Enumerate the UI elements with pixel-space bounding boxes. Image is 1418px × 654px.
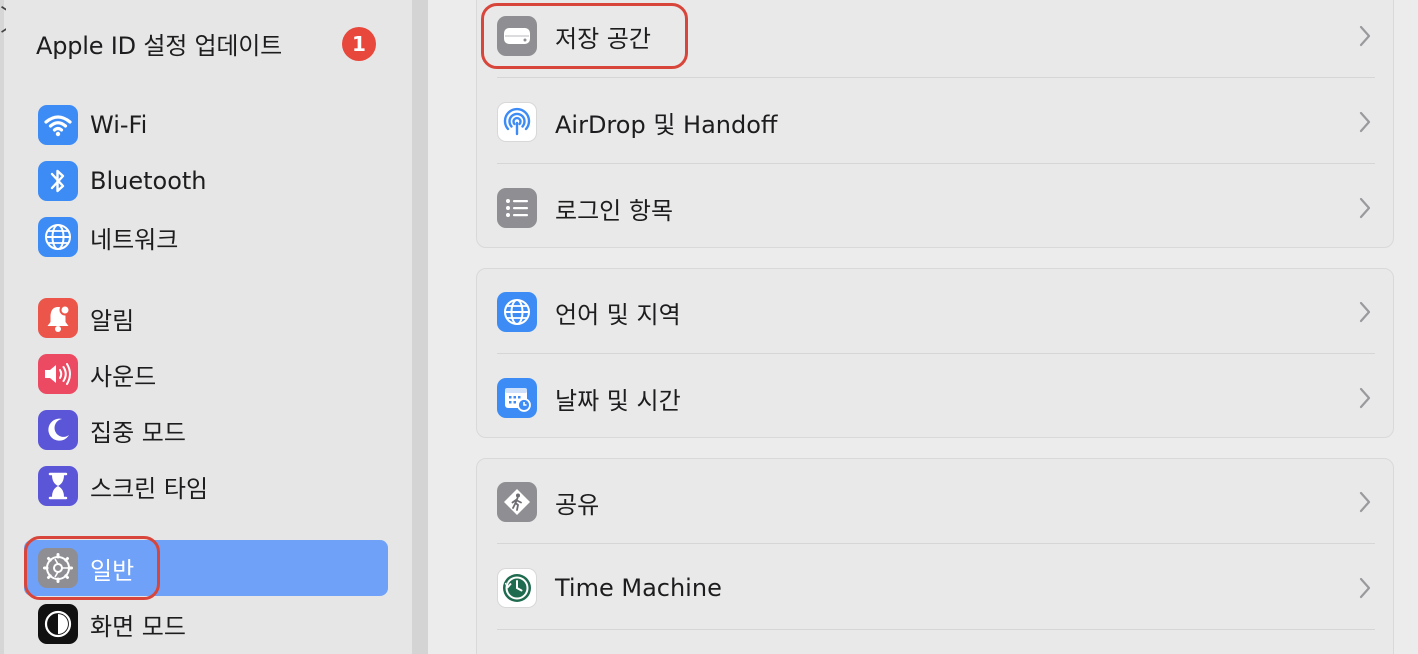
sidebar-item-sound[interactable]: 사운드 — [24, 346, 388, 402]
sidebar-item-label: 화면 모드 — [90, 612, 186, 641]
row-separator — [497, 629, 1375, 630]
row-login-items[interactable]: 로그인 항목 — [477, 165, 1393, 251]
sidebar-item-appearance[interactable]: 화면 모드 — [24, 596, 388, 652]
hourglass-icon — [38, 466, 78, 506]
gear-icon — [38, 548, 78, 588]
bell-icon — [38, 298, 78, 338]
sidebar-item-wifi[interactable]: Wi-Fi — [24, 97, 388, 153]
row-label: 날짜 및 시간 — [555, 386, 681, 415]
row-label: 저장 공간 — [555, 24, 651, 53]
sidebar-item-label: Wi-Fi — [90, 111, 148, 139]
sidebar-item-label: 사운드 — [90, 362, 157, 391]
sidebar-item-network[interactable]: 네트워크 — [24, 209, 388, 265]
row-label: AirDrop 및 Handoff — [555, 110, 778, 139]
sidebar: 〕 Apple ID 설정 업데이트 1 Wi-Fi Bluetooth — [0, 0, 412, 654]
apple-id-update-row[interactable]: Apple ID 설정 업데이트 1 — [36, 20, 380, 66]
general-settings-pane: 저장 공간 AirDrop 및 Handoff 로그인 항목 언어 및 지역 날… — [428, 0, 1418, 654]
row-language-region[interactable]: 언어 및 지역 — [477, 269, 1393, 355]
sidebar-item-bluetooth[interactable]: Bluetooth — [24, 153, 388, 209]
sidebar-item-label: Bluetooth — [90, 167, 207, 195]
globe-icon — [497, 292, 537, 332]
chevron-right-icon — [1359, 577, 1371, 599]
moon-icon — [38, 410, 78, 450]
sidebar-item-screentime[interactable]: 스크린 타임 — [24, 458, 388, 514]
notification-badge: 1 — [342, 27, 376, 61]
drive-icon — [497, 16, 537, 56]
airdrop-icon — [497, 102, 537, 142]
chevron-right-icon — [1359, 197, 1371, 219]
chevron-right-icon — [1359, 387, 1371, 409]
apple-id-update-label: Apple ID 설정 업데이트 — [36, 31, 283, 60]
row-storage[interactable]: 저장 공간 — [477, 0, 1393, 79]
sidebar-item-general[interactable]: 일반 — [24, 540, 388, 596]
bluetooth-icon — [38, 161, 78, 201]
sharing-icon — [497, 482, 537, 522]
globe-icon — [38, 217, 78, 257]
row-date-time[interactable]: 날짜 및 시간 — [477, 355, 1393, 441]
chevron-right-icon — [1359, 301, 1371, 323]
row-separator — [497, 543, 1375, 544]
row-label: 공유 — [555, 490, 600, 519]
row-separator — [497, 163, 1375, 164]
sidebar-item-label: 알림 — [90, 306, 135, 335]
clipped-edge-glyph: 〕 — [0, 4, 6, 38]
appearance-icon — [38, 604, 78, 644]
settings-group-sharing: 공유 Time Machine — [476, 458, 1394, 654]
row-separator — [497, 77, 1375, 78]
sidebar-item-notifications[interactable]: 알림 — [24, 290, 388, 346]
sidebar-item-label: 네트워크 — [90, 225, 179, 254]
row-label: 언어 및 지역 — [555, 300, 681, 329]
chevron-right-icon — [1359, 111, 1371, 133]
sidebar-item-focus[interactable]: 집중 모드 — [24, 402, 388, 458]
chevron-right-icon — [1359, 25, 1371, 47]
sidebar-item-label: 스크린 타임 — [90, 474, 209, 503]
row-separator — [497, 353, 1375, 354]
sidebar-divider[interactable] — [412, 0, 428, 654]
row-time-machine[interactable]: Time Machine — [477, 545, 1393, 631]
chevron-right-icon — [1359, 491, 1371, 513]
time-machine-icon — [497, 568, 537, 608]
settings-group-language: 언어 및 지역 날짜 및 시간 — [476, 268, 1394, 438]
row-label: 로그인 항목 — [555, 196, 674, 225]
wifi-icon — [38, 105, 78, 145]
row-label: Time Machine — [555, 574, 722, 602]
row-airdrop-handoff[interactable]: AirDrop 및 Handoff — [477, 79, 1393, 165]
list-icon — [497, 188, 537, 228]
settings-group-storage: 저장 공간 AirDrop 및 Handoff 로그인 항목 — [476, 0, 1394, 248]
sidebar-item-label: 일반 — [90, 556, 135, 585]
calendar-clock-icon — [497, 378, 537, 418]
row-sharing[interactable]: 공유 — [477, 459, 1393, 545]
speaker-icon — [38, 354, 78, 394]
sidebar-item-label: 집중 모드 — [90, 418, 186, 447]
